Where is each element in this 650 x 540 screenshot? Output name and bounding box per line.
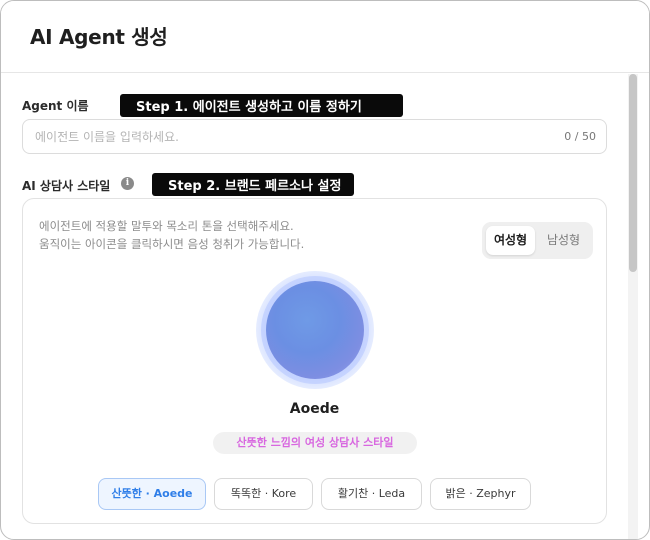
selected-voice-name: Aoede <box>289 401 340 417</box>
persona-card: 에이전트에 적용할 말투와 목소리 톤을 선택해주세요. 움직이는 아이콘을 클… <box>22 198 607 524</box>
voice-preview-orb-icon[interactable] <box>266 281 364 379</box>
dialog-header: AI Agent 생성 <box>1 1 649 73</box>
male-option[interactable]: 남성형 <box>539 226 588 255</box>
agent-name-input[interactable] <box>35 120 515 153</box>
voice-option-leda[interactable]: 활기찬 · Leda <box>321 478 422 510</box>
agent-name-field[interactable]: 0 / 50 <box>22 119 607 154</box>
page-title: AI Agent 생성 <box>30 25 168 49</box>
agent-name-label: Agent 이름 <box>22 99 89 113</box>
scrollbar-thumb[interactable] <box>629 74 637 272</box>
info-icon[interactable]: i <box>121 177 134 190</box>
step1-badge: Step 1. 에이전트 생성하고 이름 정하기 <box>120 94 403 117</box>
voice-style-tag: 산뜻한 느낌의 여성 상담사 스타일 <box>213 432 417 454</box>
step2-badge: Step 2. 브랜드 페르소나 설정 <box>152 173 354 196</box>
voice-option-kore[interactable]: 똑똑한 · Kore <box>214 478 313 510</box>
description-line-1: 에이전트에 적용할 말투와 목소리 톤을 선택해주세요. <box>39 219 294 233</box>
gender-toggle: 여성형 남성형 <box>482 222 593 259</box>
char-count: 0 / 50 <box>564 130 596 143</box>
agent-create-dialog: AI Agent 생성 Agent 이름 Step 1. 에이전트 생성하고 이… <box>0 0 650 540</box>
description-line-2: 움직이는 아이콘을 클릭하시면 음성 청취가 가능합니다. <box>39 237 305 251</box>
female-option[interactable]: 여성형 <box>486 226 535 255</box>
style-label: AI 상담사 스타일 <box>22 179 111 193</box>
voice-option-zephyr[interactable]: 밝은 · Zephyr <box>430 478 531 510</box>
voice-option-aoede[interactable]: 산뜻한 · Aoede <box>98 478 206 510</box>
